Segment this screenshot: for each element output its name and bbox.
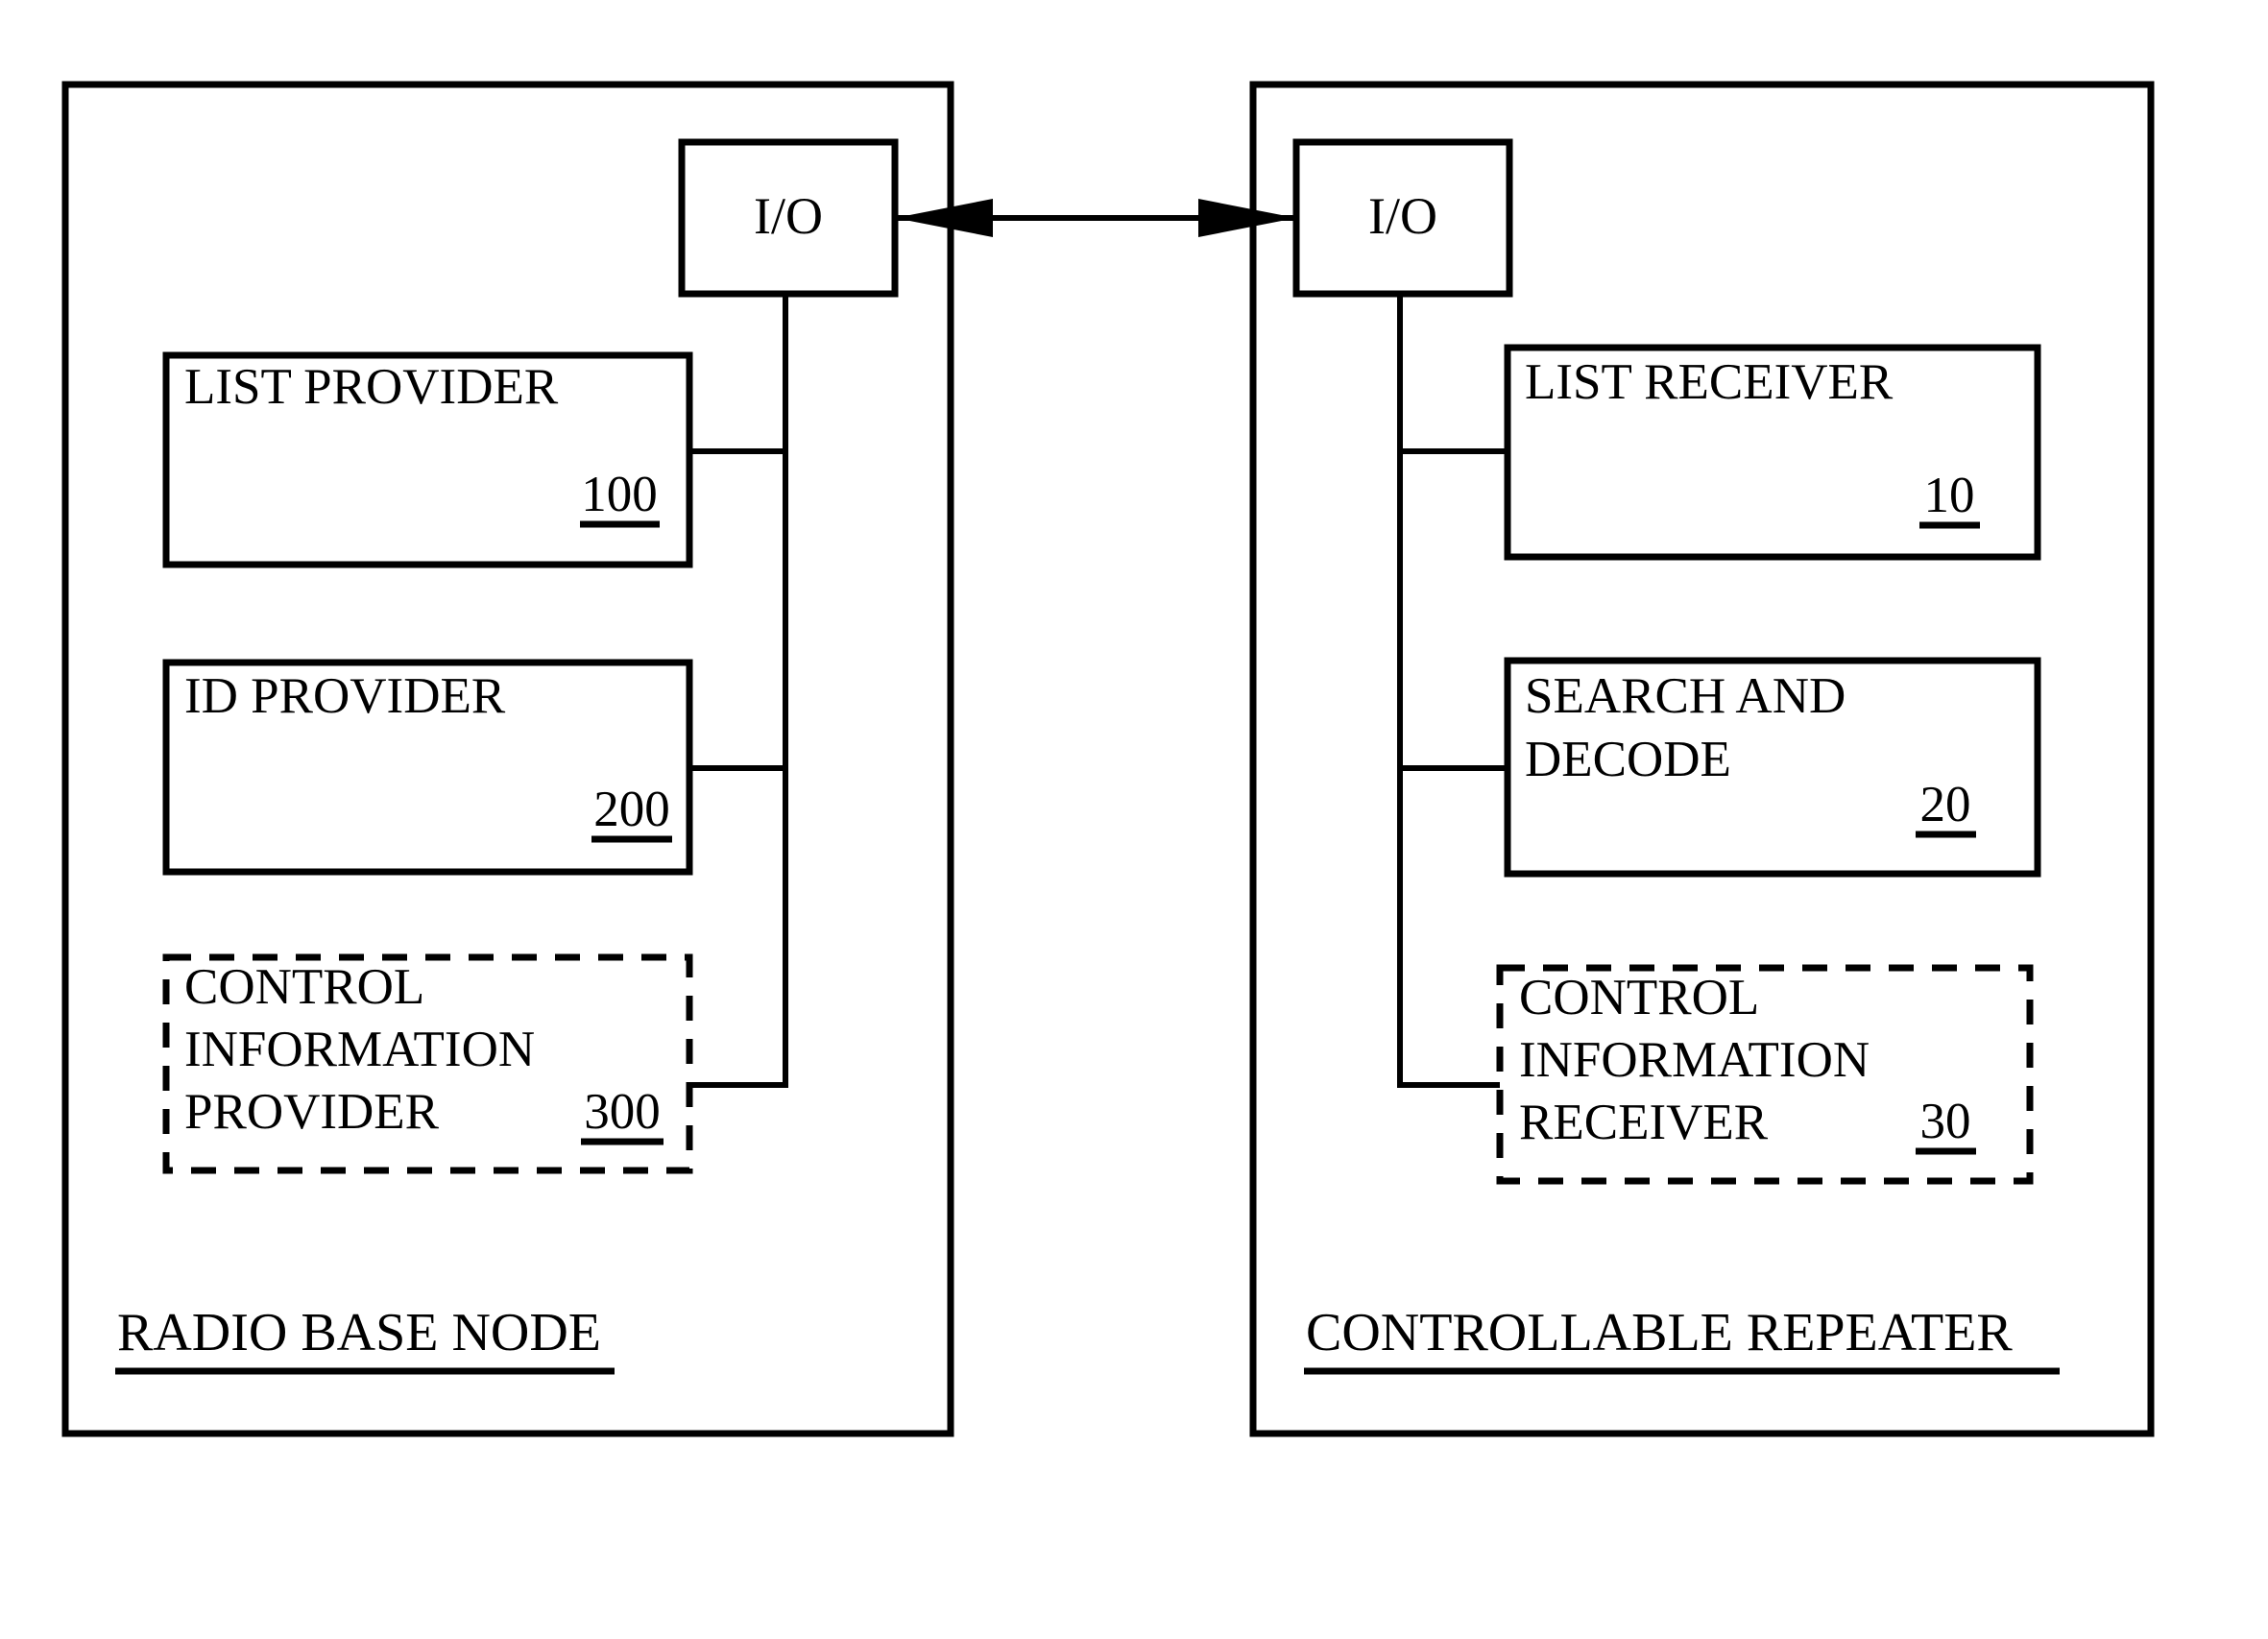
control-information-provider-line-1: CONTROL — [184, 959, 424, 1015]
search-and-decode-ref: 20 — [1920, 777, 1971, 832]
io-link-arrowhead-right — [1198, 199, 1296, 237]
list-provider-ref: 100 — [581, 467, 658, 522]
right-io-label: I/O — [1368, 187, 1437, 245]
id-provider-title: ID PROVIDER — [184, 668, 506, 724]
left-io-label: I/O — [754, 187, 823, 245]
control-information-provider-ref: 300 — [584, 1084, 661, 1140]
control-information-provider-line-3: PROVIDER — [184, 1084, 440, 1140]
io-link-arrowhead-left — [895, 199, 993, 237]
control-information-receiver-line-2: INFORMATION — [1519, 1032, 1870, 1088]
left-bus-wire — [689, 293, 788, 1088]
radio-base-node-label: RADIO BASE NODE — [117, 1303, 601, 1362]
control-information-provider-line-2: INFORMATION — [184, 1022, 535, 1077]
control-information-receiver-ref: 30 — [1920, 1094, 1971, 1149]
right-bus-wire — [1397, 293, 1508, 1088]
search-and-decode-line-2: DECODE — [1525, 732, 1731, 787]
control-information-receiver-line-1: CONTROL — [1519, 970, 1759, 1025]
diagram-svg: I/O LIST PROVIDER 100 ID PROVIDER 200 CO… — [61, 81, 2155, 1437]
id-provider-ref: 200 — [593, 782, 670, 837]
list-provider-title: LIST PROVIDER — [184, 359, 559, 415]
controllable-repeater-label: CONTROLLABLE REPEATER — [1306, 1303, 2013, 1362]
search-and-decode-line-1: SEARCH AND — [1525, 668, 1846, 724]
control-information-receiver-line-3: RECEIVER — [1519, 1095, 1769, 1150]
list-receiver-ref: 10 — [1924, 468, 1975, 523]
figure-canvas: I/O LIST PROVIDER 100 ID PROVIDER 200 CO… — [0, 0, 2268, 1639]
list-receiver-title: LIST RECEIVER — [1525, 354, 1894, 410]
